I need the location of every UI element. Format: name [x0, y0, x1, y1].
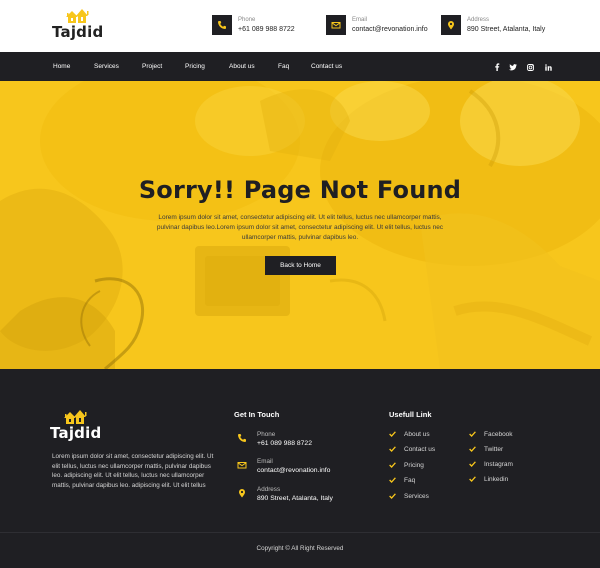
footer-phone-label: Phone — [257, 431, 276, 438]
check-icon — [469, 475, 477, 483]
error-hero: Sorry!! Page Not Found Lorem ipsum dolor… — [0, 81, 600, 369]
copyright-text: Copyright © All Right Reserved — [256, 545, 344, 552]
linkedin-icon[interactable] — [543, 62, 553, 72]
phone-icon — [212, 15, 232, 35]
nav-item-contact-us[interactable]: Contact us — [311, 63, 342, 71]
nav-item-pricing[interactable]: Pricing — [185, 63, 205, 71]
footer-address-value: 890 Street, Atalanta, Italy — [257, 495, 333, 502]
footer-link-instagram[interactable]: Instagram — [469, 460, 513, 468]
address-value: 890 Street, Atalanta, Italy — [467, 25, 546, 33]
footer-address-label: Address — [257, 486, 281, 493]
phone-value[interactable]: +61 089 988 8722 — [238, 25, 295, 35]
location-pin-icon — [441, 15, 461, 35]
logo-mark-icon — [65, 9, 89, 23]
footer-link-faq[interactable]: Faq — [389, 476, 415, 484]
nav-item-services[interactable]: Services — [94, 63, 119, 71]
footer-link-services[interactable]: Services — [389, 492, 429, 500]
check-icon — [389, 492, 397, 500]
logo-text: Tajdid — [52, 23, 104, 41]
logo-text: Tajdid — [50, 424, 102, 442]
check-icon — [389, 430, 397, 438]
nav-item-about-us[interactable]: About us — [229, 63, 255, 71]
twitter-icon[interactable] — [508, 62, 518, 72]
nav-item-faq[interactable]: Faq — [278, 63, 289, 71]
header-phone: Phone +61 089 988 8722 — [212, 15, 295, 35]
header-address: Address 890 Street, Atalanta, Italy — [441, 15, 545, 35]
phone-label: Phone — [238, 16, 256, 23]
header-email: Email contact@revonation.info — [326, 15, 428, 35]
main-nav: Home Services Project Pricing About us F… — [0, 52, 600, 81]
footer-about-text: Lorem ipsum dolor sit amet, consectetur … — [52, 453, 214, 489]
mail-icon — [236, 459, 248, 471]
footer-link-contact-us[interactable]: Contact us — [389, 445, 435, 453]
hero-description: Lorem ipsum dolor sit amet, consectetur … — [156, 214, 444, 241]
footer-link-linkedin[interactable]: Linkedin — [469, 475, 508, 483]
logo-mark-icon — [63, 410, 87, 424]
footer-email-label: Email — [257, 458, 273, 465]
page-title: Sorry!! Page Not Found — [138, 176, 462, 204]
site-logo[interactable]: Tajdid — [52, 8, 103, 40]
facebook-icon[interactable] — [492, 62, 502, 72]
email-label: Email — [352, 16, 368, 23]
nav-item-project[interactable]: Project — [142, 63, 162, 71]
nav-item-home[interactable]: Home — [53, 63, 70, 71]
instagram-icon[interactable] — [525, 62, 535, 72]
get-in-touch-heading: Get In Touch — [234, 410, 280, 419]
mail-icon — [326, 15, 346, 35]
site-footer: Tajdid Lorem ipsum dolor sit amet, conse… — [0, 369, 600, 568]
footer-address: Address 890 Street, Atalanta, Italy — [236, 485, 333, 504]
location-pin-icon — [236, 487, 248, 499]
check-icon — [389, 445, 397, 453]
footer-phone-value[interactable]: +61 089 988 8722 — [257, 439, 312, 449]
check-icon — [469, 460, 477, 468]
top-header: Tajdid Phone +61 089 988 8722 Email cont… — [0, 0, 600, 52]
footer-link-twitter[interactable]: Twitter — [469, 445, 503, 453]
phone-icon — [236, 432, 248, 444]
footer-email-value[interactable]: contact@revonation.info — [257, 466, 330, 476]
footer-link-pricing[interactable]: Pricing — [389, 461, 424, 469]
address-label: Address — [467, 16, 490, 23]
footer-divider — [0, 532, 600, 533]
footer-logo[interactable]: Tajdid — [50, 409, 101, 441]
useful-links-heading: Usefull Link — [389, 410, 432, 419]
check-icon — [389, 476, 397, 484]
footer-email: Email contact@revonation.info — [236, 457, 330, 476]
footer-phone: Phone +61 089 988 8722 — [236, 430, 312, 449]
check-icon — [389, 461, 397, 469]
back-to-home-button[interactable]: Back to Home — [265, 256, 336, 275]
email-value[interactable]: contact@revonation.info — [352, 25, 428, 35]
check-icon — [469, 445, 477, 453]
footer-link-about-us[interactable]: About us — [389, 430, 430, 438]
check-icon — [469, 430, 477, 438]
footer-link-facebook[interactable]: Facebook — [469, 430, 513, 438]
